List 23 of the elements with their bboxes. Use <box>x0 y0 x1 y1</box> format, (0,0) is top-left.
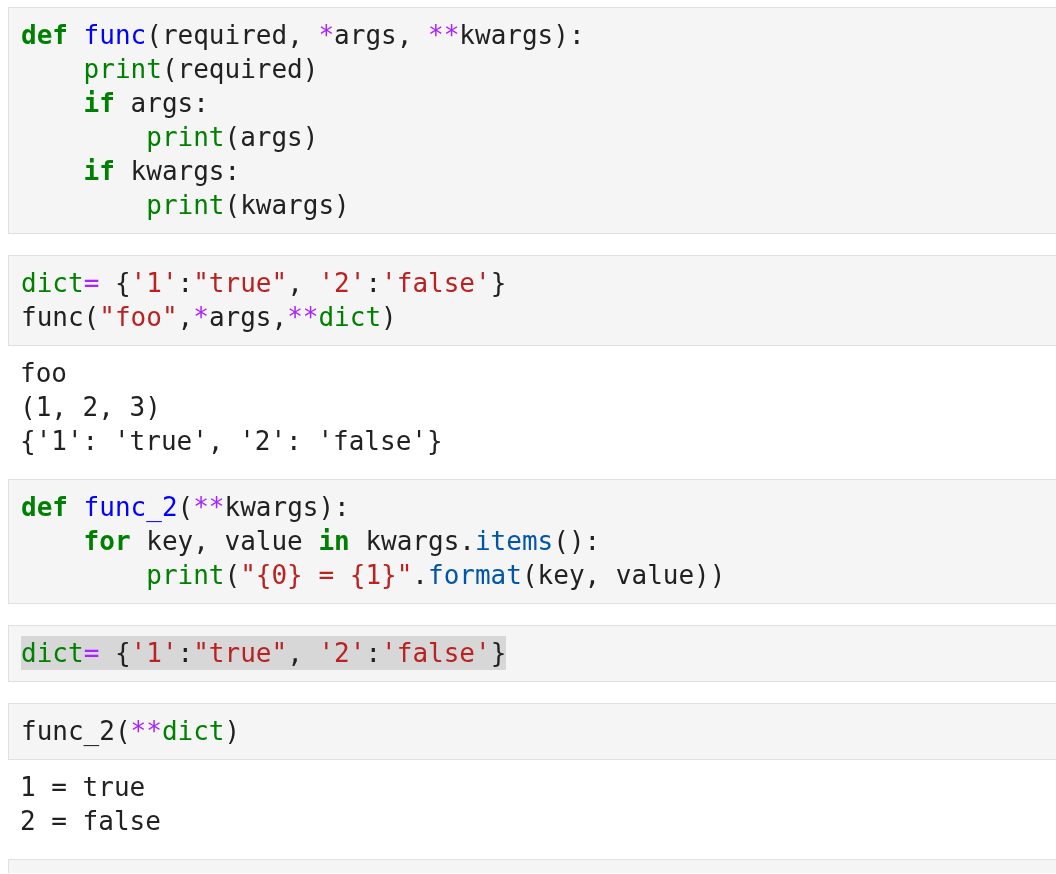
code-line: func("foo",*args,**dict) <box>21 301 397 334</box>
code-line: func_2(**dict) <box>21 715 241 748</box>
output-line: foo <box>20 357 67 390</box>
output-line: {'1': 'true', '2': 'false'} <box>20 425 443 458</box>
code-cell[interactable]: func_2(**dict) <box>8 703 1056 760</box>
code-line: print(args) <box>145 121 319 154</box>
code-line: if kwargs: <box>82 155 241 188</box>
output-line: (1, 2, 3) <box>20 391 161 424</box>
code-cell[interactable]: def func_2(**kwargs): for key, value in kwargs.items(): print("{0} = {1}".format(key, value)) <box>8 479 1056 604</box>
code-cell[interactable]: dict= {'1':"true", '2':'false'} <box>8 625 1056 682</box>
output-line: 2 = false <box>20 805 161 838</box>
code-line: print(kwargs) <box>145 189 350 222</box>
code-line: def func_2(**kwargs): <box>21 491 350 524</box>
code-line: if args: <box>82 87 209 120</box>
code-line: print("{0} = {1}".format(key, value)) <box>145 559 726 592</box>
output-line: 1 = true <box>20 771 146 804</box>
code-line: dict= {'1':"true", '2':'false'} <box>21 267 507 300</box>
code-cell[interactable]: def func(required, *args, **kwargs): print(required) if args: print(args) if kwargs: print(kwargs) <box>8 7 1056 234</box>
code-line: for key, value in kwargs.items(): <box>82 525 601 558</box>
code-line: print(required) <box>82 53 319 86</box>
code-cell[interactable]: dict= {'1':"true", '2':'false'} func("foo",*args,**dict) <box>8 255 1056 346</box>
empty-code-cell[interactable] <box>8 859 1056 873</box>
code-line: def func(required, *args, **kwargs): <box>21 19 585 52</box>
